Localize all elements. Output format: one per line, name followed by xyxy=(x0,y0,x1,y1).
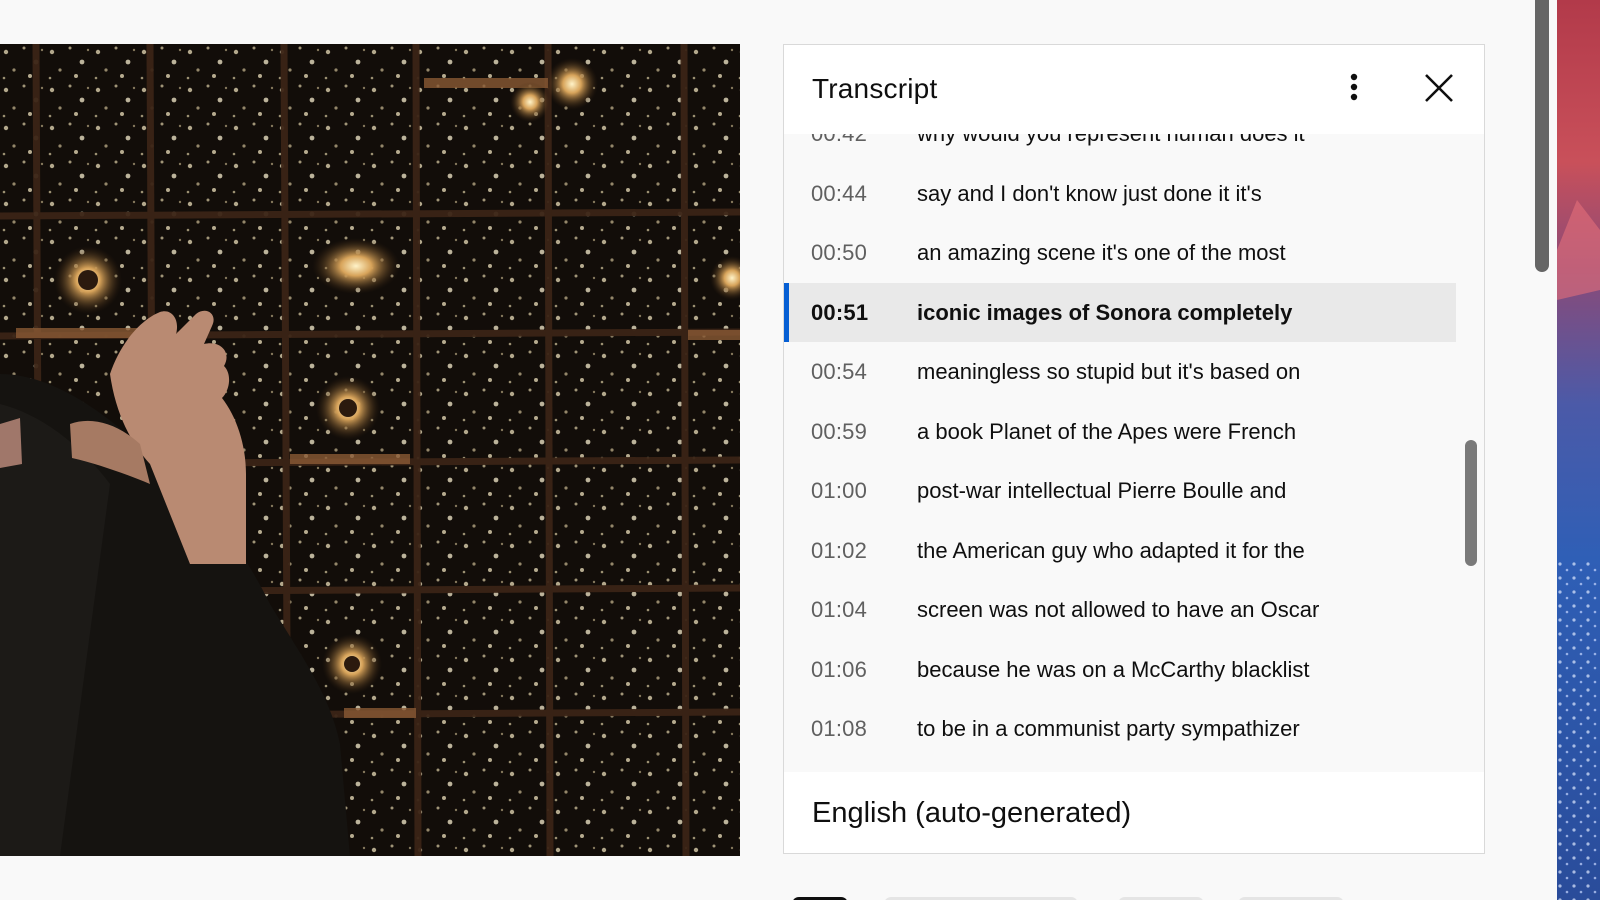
transcript-segment[interactable]: 00:44 say and I don't know just done it i… xyxy=(784,164,1456,224)
close-button[interactable] xyxy=(1414,65,1462,113)
segment-timestamp: 01:02 xyxy=(811,537,868,563)
segment-timestamp: 01:00 xyxy=(811,478,868,503)
video-player[interactable] xyxy=(0,44,740,856)
transcript-segment-list: 00:42 why would you represent human does … xyxy=(784,134,1456,759)
segment-timestamp: 01:04 xyxy=(811,597,868,622)
transcript-segment[interactable]: 01:00 post-war intellectual Pierre Boulle… xyxy=(784,461,1456,521)
transcript-segment[interactable]: 00:59 a book Planet of the Apes were Fren… xyxy=(784,402,1456,462)
segment-text: the American guy who adapted it for the xyxy=(917,537,1305,563)
language-selector[interactable]: English (auto-generated) xyxy=(812,797,1131,830)
transcript-footer: English (auto-generated) xyxy=(784,772,1484,853)
page-scrollbar[interactable] xyxy=(1527,0,1557,900)
transcript-title: Transcript xyxy=(812,73,938,104)
more-options-button[interactable] xyxy=(1330,65,1378,113)
segment-timestamp: 00:51 xyxy=(811,299,869,325)
segment-text: say and I don't know just done it it's xyxy=(917,180,1262,206)
desktop-wallpaper xyxy=(1557,0,1600,900)
transcript-segment-active[interactable]: 00:51 iconic images of Sonora completely xyxy=(784,282,1456,342)
segment-timestamp: 01:06 xyxy=(811,656,868,682)
segment-timestamp: 00:54 xyxy=(811,359,868,384)
transcript-scrollbar-thumb[interactable] xyxy=(1465,440,1477,566)
segment-text: to be in a communist party sympathizer xyxy=(917,716,1300,741)
segment-timestamp: 00:59 xyxy=(811,418,868,444)
transcript-segment[interactable]: 01:06 because he was on a McCarthy blackl… xyxy=(784,640,1456,700)
transcript-segments[interactable]: 00:42 why would you represent human does … xyxy=(784,134,1484,772)
segment-text: post-war intellectual Pierre Boulle and xyxy=(917,478,1287,503)
transcript-header: Transcript xyxy=(784,45,1484,134)
segment-text: why would you represent human does it xyxy=(917,134,1305,147)
transcript-segment[interactable]: 01:02 the American guy who adapted it for… xyxy=(784,521,1456,581)
segment-timestamp: 00:50 xyxy=(811,240,868,265)
transcript-segment[interactable]: 00:54 meaningless so stupid but it's base… xyxy=(784,342,1456,402)
close-icon xyxy=(1425,74,1453,102)
segment-text: because he was on a McCarthy blacklist xyxy=(917,656,1310,682)
segment-timestamp: 00:44 xyxy=(811,180,868,206)
transcript-panel: Transcript 00:42 why would you represent … xyxy=(783,44,1485,854)
transcript-segment[interactable]: 00:42 why would you represent human does … xyxy=(784,134,1456,164)
page: Transcript 00:42 why would you represent … xyxy=(0,0,1600,900)
page-scrollbar-thumb[interactable] xyxy=(1535,0,1549,272)
segment-text: meaningless so stupid but it's based on xyxy=(917,359,1301,384)
segment-text: screen was not allowed to have an Oscar xyxy=(917,597,1320,622)
transcript-segment[interactable]: 01:08 to be in a communist party sympathi… xyxy=(784,699,1456,759)
segment-timestamp: 00:42 xyxy=(811,134,867,147)
more-vert-icon xyxy=(1350,73,1358,101)
segment-timestamp: 01:08 xyxy=(811,716,868,741)
segment-text: an amazing scene it's one of the most xyxy=(917,240,1286,265)
transcript-segment[interactable]: 00:50 an amazing scene it's one of the mo… xyxy=(784,223,1456,283)
video-frame xyxy=(0,44,740,856)
segment-text: iconic images of Sonora completely xyxy=(917,299,1293,325)
transcript-segment[interactable]: 01:04 screen was not allowed to have an O… xyxy=(784,580,1456,640)
segment-text: a book Planet of the Apes were French xyxy=(917,418,1297,444)
